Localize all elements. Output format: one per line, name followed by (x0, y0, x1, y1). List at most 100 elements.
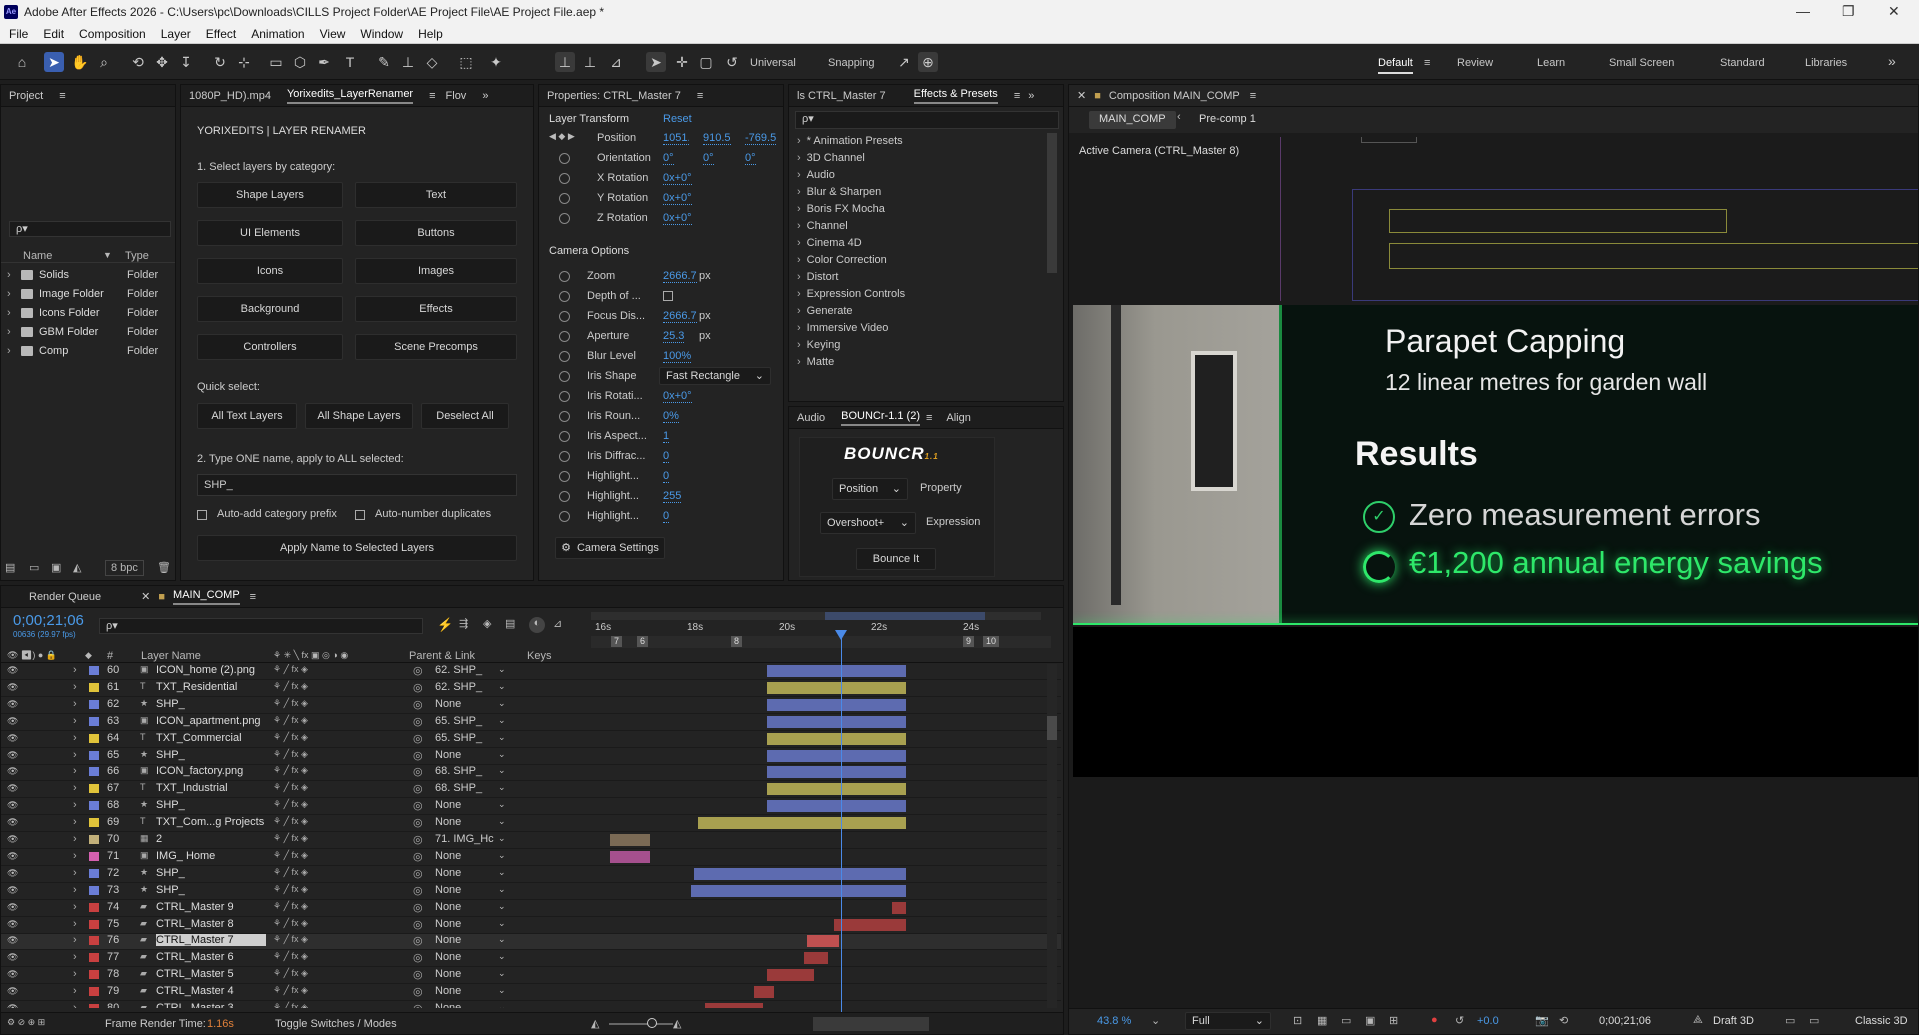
new-comp-icon[interactable]: ▣ (51, 561, 61, 574)
menu-help[interactable]: Help (418, 24, 443, 44)
rotation-value[interactable]: 0x+0° (663, 212, 692, 225)
position-y[interactable]: 910.5 (703, 132, 731, 145)
category-controllers-button[interactable]: Controllers (197, 334, 343, 360)
stopwatch-icon[interactable] (559, 271, 570, 282)
visibility-eye-icon[interactable]: 👁 (7, 817, 18, 827)
layer-switches[interactable]: ⚘ ╱ fx ◈ (273, 715, 308, 726)
chevron-down-icon[interactable]: ⌄ (498, 918, 506, 929)
layer-name[interactable]: SHP_ (156, 698, 266, 710)
layer-label-color[interactable] (89, 919, 99, 929)
layer-row[interactable]: 👁 › 67 T TXT_Industrial ⚘ ╱ fx ◈ ◎ 68. SHP_ ⌄ (1, 782, 1061, 799)
tab-effects-presets[interactable]: Effects & Presets (913, 88, 998, 104)
layer-duration-bar[interactable] (610, 834, 650, 846)
close-tab-icon[interactable]: ✕ (141, 590, 150, 603)
expand-arrow-icon[interactable]: › (73, 715, 77, 727)
layer-duration-bar[interactable] (804, 952, 828, 965)
puppet-tool-icon[interactable]: ✦ (486, 52, 506, 72)
parent-dropdown[interactable]: 65. SHP_ (435, 715, 482, 727)
orientation-y[interactable]: 0° (703, 152, 714, 165)
layer-name[interactable]: CTRL_Master 3 (156, 1002, 266, 1008)
visibility-eye-icon[interactable]: 👁 (7, 800, 18, 810)
panel-overflow-icon[interactable]: » (1028, 90, 1034, 102)
layer-switches[interactable]: ⚘ ╱ fx ◈ (273, 799, 308, 810)
pickwhip-icon[interactable]: ◎ (413, 884, 423, 897)
minimize-icon[interactable]: — (1796, 3, 1810, 19)
depth-of-field-checkbox[interactable] (663, 291, 673, 301)
new-name-input[interactable]: SHP_ (197, 474, 517, 496)
effect-category[interactable]: * Animation Presets (797, 135, 903, 147)
layer-label-color[interactable] (89, 987, 99, 997)
camera-option-value[interactable]: 100% (663, 350, 692, 363)
layer-duration-bar[interactable] (892, 901, 907, 914)
bounce-it-button[interactable]: Bounce It (856, 548, 936, 570)
parent-dropdown[interactable]: None (435, 799, 461, 811)
layer-switches[interactable]: ⚘ ╱ fx ◈ (273, 816, 308, 827)
expand-arrow-icon[interactable]: › (73, 782, 77, 794)
layer-switches[interactable]: ⚘ ╱ fx ◈ (273, 918, 308, 929)
project-item[interactable]: › Image Folder Folder (1, 286, 175, 304)
chevron-down-icon[interactable]: ⌄ (498, 1002, 506, 1008)
category-images-button[interactable]: Images (355, 258, 517, 284)
deselect-all-button[interactable]: Deselect All (421, 403, 509, 429)
marker-track[interactable]: 7 6 8 9 10 (591, 636, 1051, 648)
effect-category[interactable]: Color Correction (797, 254, 887, 266)
project-item[interactable]: › Solids Folder (1, 267, 175, 285)
view-layout-icon[interactable]: ▭ (1785, 1014, 1795, 1027)
chevron-down-icon[interactable]: ⌄ (1151, 1014, 1160, 1027)
parent-dropdown[interactable]: None (435, 698, 461, 710)
layer-label-color[interactable] (89, 784, 99, 794)
stopwatch-icon[interactable] (559, 451, 570, 462)
col-name[interactable]: Name (23, 250, 52, 262)
3d-view-icon[interactable]: ⊞ (1389, 1014, 1398, 1027)
rotation-value[interactable]: 0x+0° (663, 192, 692, 205)
stopwatch-icon[interactable] (559, 371, 570, 382)
workspace-default[interactable]: Default (1378, 57, 1413, 74)
comp-marker[interactable]: 9 (963, 636, 975, 647)
effect-category[interactable]: Boris FX Mocha (797, 203, 885, 215)
anchor-tool-icon[interactable]: ⊹ (234, 52, 254, 72)
exposure-value[interactable]: +0.0 (1477, 1015, 1499, 1027)
snapshot-icon[interactable]: 📷 (1535, 1014, 1549, 1027)
layer-label-color[interactable] (89, 699, 99, 709)
layer-duration-bar[interactable] (767, 969, 814, 982)
pickwhip-icon[interactable]: ◎ (413, 715, 423, 728)
timeline-search-input[interactable]: ρ▾ (99, 618, 423, 634)
show-snapshot-icon[interactable]: ⟲ (1559, 1014, 1568, 1027)
effect-category[interactable]: Cinema 4D (797, 237, 862, 249)
zoom-level[interactable]: 43.8 % (1097, 1015, 1131, 1027)
project-search-input[interactable]: ρ▾ (9, 221, 171, 237)
visibility-eye-icon[interactable]: 👁 (7, 783, 18, 793)
camera-option-value[interactable]: 1 (663, 430, 670, 443)
layer-label-color[interactable] (89, 767, 99, 777)
layer-label-color[interactable] (89, 733, 99, 743)
parent-dropdown[interactable]: None (435, 951, 461, 963)
menu-view[interactable]: View (320, 24, 346, 44)
keyframe-nav-icon[interactable]: ◀ ◆ ▶ (549, 131, 575, 142)
shy-icon[interactable]: ⚡ (437, 617, 453, 633)
layer-label-color[interactable] (89, 1004, 99, 1008)
tab-main-comp[interactable]: MAIN_COMP (173, 589, 240, 605)
effect-category[interactable]: Blur & Sharpen (797, 186, 882, 198)
stopwatch-icon[interactable] (559, 511, 570, 522)
category-text-button[interactable]: Text (355, 182, 517, 208)
camera-option-value[interactable]: 2666.7 (663, 310, 697, 323)
layer-duration-bar[interactable] (610, 850, 650, 863)
renderer-icon[interactable]: ⟁ (1693, 1014, 1703, 1027)
effect-category[interactable]: Matte (797, 356, 835, 368)
chevron-down-icon[interactable]: ⌄ (498, 698, 506, 709)
category-ui-elements-button[interactable]: UI Elements (197, 220, 343, 246)
zoom-tool-icon[interactable]: ⌕ (94, 52, 114, 72)
layer-row[interactable]: 👁 › 66 ▣ ICON_factory.png ⚘ ╱ fx ◈ ◎ 68. SHP_ ⌄ (1, 765, 1061, 782)
camera-option-value[interactable]: 2666.7 (663, 270, 697, 283)
layer-switches[interactable]: ⚘ ╱ fx ◈ (273, 749, 308, 760)
camera-settings-button[interactable]: ⚙ Camera Settings (555, 537, 665, 559)
chevron-down-icon[interactable]: ⌄ (498, 715, 506, 726)
layer-duration-bar[interactable] (806, 935, 840, 948)
layer-duration-bar[interactable] (834, 918, 907, 931)
chevron-down-icon[interactable]: ⌄ (498, 867, 506, 878)
project-item[interactable]: › GBM Folder Folder (1, 324, 175, 342)
pickwhip-icon[interactable]: ◎ (413, 664, 423, 677)
visibility-eye-icon[interactable]: 👁 (7, 682, 18, 692)
expand-arrow-icon[interactable]: › (73, 934, 77, 946)
view-options-icon[interactable]: ▭ (1809, 1014, 1819, 1027)
